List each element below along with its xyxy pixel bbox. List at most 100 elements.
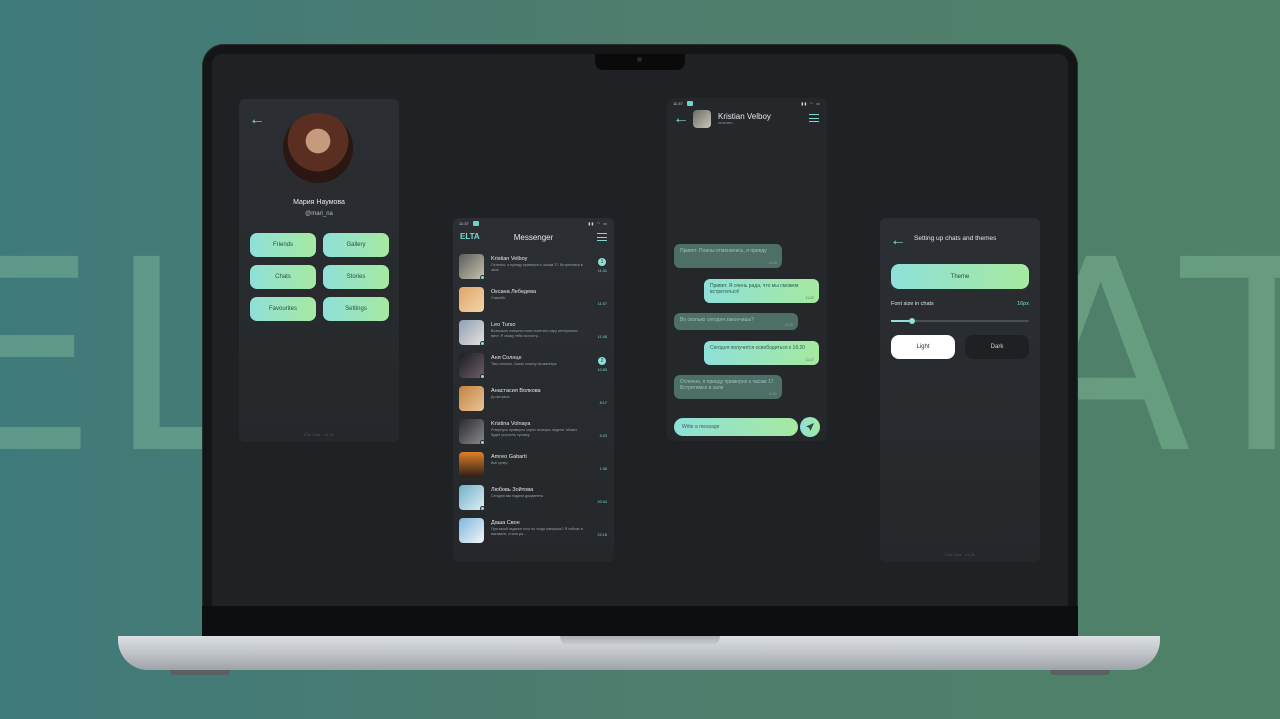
chat-header: ← Kristian Velboy печатает... — [673, 108, 821, 128]
chat-name: Kristina Volnaya — [491, 421, 531, 427]
friends-button[interactable]: Friends — [250, 233, 316, 257]
settings-button[interactable]: Settings — [323, 297, 389, 321]
send-icon — [806, 423, 814, 431]
messenger-header: ELTA Messenger — [460, 232, 607, 246]
chat-list-item[interactable]: Аня Солнце Там отлично. Скинь ссылку на м… — [459, 351, 609, 381]
chat-name: Оксана Лебедева — [491, 289, 536, 295]
contact-avatar[interactable] — [693, 110, 711, 128]
font-size-value: 16px — [1017, 301, 1029, 307]
chat-last-message: Там отлично. Скинь ссылку на мастера — [491, 362, 557, 366]
contact-status: печатает... — [718, 121, 735, 125]
favourites-button[interactable]: Favourites — [250, 297, 316, 321]
menu-icon[interactable] — [597, 233, 607, 241]
laptop-opening-notch — [560, 636, 720, 646]
message-time: 11:20 — [768, 261, 778, 265]
send-button[interactable] — [800, 417, 820, 437]
back-arrow-icon[interactable]: ← — [249, 111, 265, 129]
gallery-button[interactable]: Gallery — [323, 233, 389, 257]
chat-list-item[interactable]: Amreo Gabarti Bull супер 1:35 — [459, 450, 609, 480]
profile-panel: ← Мария Наумова @mari_na Friends Gallery… — [239, 99, 399, 442]
chat-last-message: Спасибо — [491, 296, 506, 300]
message-time: 11:31 — [768, 392, 778, 396]
back-arrow-icon[interactable]: ← — [890, 232, 906, 250]
chat-list-item[interactable]: Даша Свон При какой задачке кого ты тогда… — [459, 516, 609, 546]
profile-handle: @mari_na — [305, 211, 333, 217]
chat-avatar — [459, 287, 484, 312]
chat-panel: 11:37 ▮▮ ◠ ▭ ← Kristian Velboy печатает.… — [667, 98, 827, 441]
status-bar: 11:37 ▮▮ ◠ ▭ — [459, 221, 608, 227]
online-indicator — [480, 506, 485, 511]
unread-badge: 2 — [598, 357, 606, 365]
incoming-message[interactable]: Привет. Планы отменились, я приеду 11:20 — [674, 244, 782, 268]
camera-notch — [595, 54, 685, 70]
status-time: 11:37 — [459, 221, 469, 226]
chat-list-item[interactable]: Leo Turso Возможно сначала стоит посетить… — [459, 318, 609, 348]
menu-icon[interactable] — [809, 114, 819, 122]
font-size-slider[interactable] — [891, 317, 1029, 324]
chat-last-message: Сегодня как подали документы — [491, 494, 544, 498]
message-text: Отлично, я приеду примерно к часам 17. В… — [680, 379, 775, 391]
chat-avatar — [459, 452, 484, 477]
chat-name: Любовь Зойтова — [491, 487, 534, 493]
messenger-panel: 11:37 ▮▮ ◠ ▭ ELTA Messenger Kristian Vel… — [453, 218, 614, 562]
profile-name: Мария Наумова — [293, 199, 345, 206]
message-text: Сегодня получится освободиться к 16:20 — [710, 345, 806, 351]
status-badge — [473, 221, 479, 226]
settings-footer: Elta Chat · v1.01 — [945, 552, 975, 557]
font-size-slider-knob[interactable] — [908, 317, 915, 324]
settings-title: Setting up chats and themes — [914, 235, 997, 242]
unread-badge: 1 — [598, 258, 606, 266]
chat-name: Amreo Gabarti — [491, 454, 527, 460]
theme-button[interactable]: Theme — [891, 264, 1029, 289]
chat-list-item[interactable]: Анастасия Волкова До встречи 8:17 — [459, 384, 609, 414]
dark-theme-button[interactable]: Dark — [965, 335, 1029, 359]
back-arrow-icon[interactable]: ← — [673, 110, 689, 128]
status-badge — [687, 101, 693, 106]
chat-name: Анастасия Волкова — [491, 388, 541, 394]
chat-time: 11:05 — [597, 335, 607, 339]
online-indicator — [480, 341, 485, 346]
light-theme-button[interactable]: Light — [891, 335, 955, 359]
chats-button[interactable]: Chats — [250, 265, 316, 289]
chat-time: 11:07 — [597, 302, 607, 306]
chat-time: 11:31 — [597, 269, 607, 273]
profile-footer: Elta Chat · v1.01 — [304, 432, 334, 437]
chat-last-message: До встречи — [491, 395, 510, 399]
chat-list-item[interactable]: Любовь Зойтова Сегодня как подали докумен… — [459, 483, 609, 513]
incoming-message[interactable]: Отлично, я приеду примерно к часам 17. В… — [674, 375, 782, 399]
chat-list-item[interactable]: Kristian Velboy Отлично, я приеду примерн… — [459, 252, 609, 282]
stories-button[interactable]: Stories — [323, 265, 389, 289]
message-text: Во сколько сегодня закончишь? — [680, 317, 754, 323]
settings-header: ← Setting up chats and themes — [890, 232, 1034, 249]
chat-list-item[interactable]: Оксана Лебедева Спасибо 11:07 — [459, 285, 609, 315]
message-text: Привет. Планы отменились, я приеду — [680, 248, 767, 254]
online-indicator — [480, 275, 485, 280]
chat-last-message: Я вернусь примерно через полторы недели.… — [491, 428, 578, 437]
chat-list-item[interactable]: Kristina Volnaya Я вернусь примерно через… — [459, 417, 609, 447]
chat-name: Kristian Velboy — [491, 256, 528, 262]
laptop-foot-left — [170, 670, 230, 675]
chat-last-message: При какой задачке кого ты тогда говоришь… — [491, 527, 583, 536]
font-size-label: Font size in chats — [891, 301, 934, 307]
chat-name: Leo Turso — [491, 322, 516, 328]
chat-time: 5:23 — [599, 434, 607, 438]
profile-avatar — [283, 113, 353, 183]
chat-name: Аня Солнце — [491, 355, 522, 361]
status-time: 11:37 — [673, 101, 683, 106]
contact-name[interactable]: Kristian Velboy — [718, 112, 771, 121]
page-title: Messenger — [513, 233, 554, 242]
laptop-bezel — [202, 606, 1078, 636]
chat-last-message: Отлично, я приеду примерно к часам 17. В… — [491, 263, 583, 272]
camera-icon — [637, 57, 642, 62]
outgoing-message[interactable]: Привет. Я очень рада, что мы сможем встр… — [704, 279, 819, 303]
message-text: Привет. Я очень рада, что мы сможем встр… — [710, 283, 799, 295]
incoming-message[interactable]: Во сколько сегодня закончишь? 11:25 — [674, 313, 798, 330]
status-icons: ▮▮ ◠ ▭ — [588, 221, 608, 226]
laptop-foot-right — [1050, 670, 1110, 675]
outgoing-message[interactable]: Сегодня получится освободиться к 16:20 11… — [704, 341, 819, 365]
message-input[interactable]: Write a message — [674, 418, 798, 436]
chat-last-message: Возможно сначала стоит посетить пару инт… — [491, 329, 578, 338]
online-indicator — [480, 374, 485, 379]
message-time: 11:27 — [805, 358, 815, 362]
status-bar: 11:37 ▮▮ ◠ ▭ — [673, 101, 821, 107]
